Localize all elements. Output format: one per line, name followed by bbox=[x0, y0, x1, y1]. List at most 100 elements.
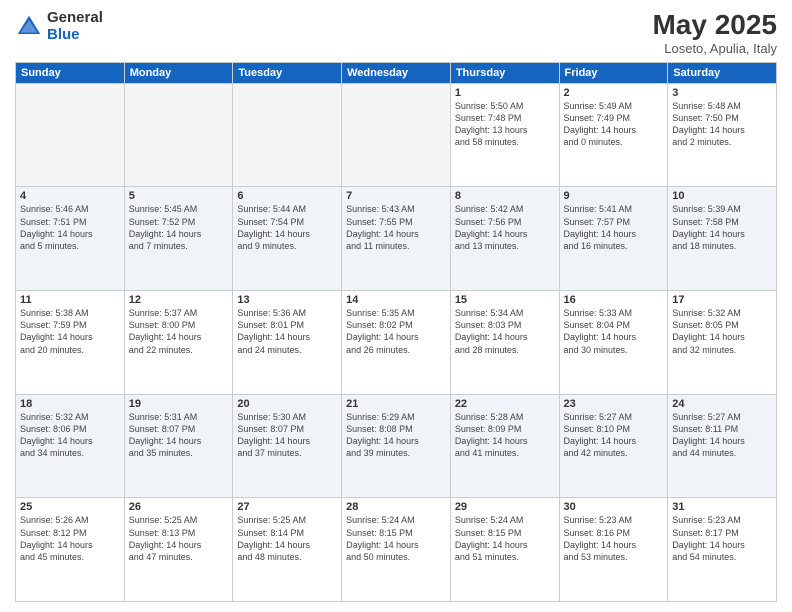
day-number: 17 bbox=[672, 294, 772, 306]
day-info: Sunrise: 5:46 AM Sunset: 7:51 PM Dayligh… bbox=[20, 203, 120, 252]
col-wednesday: Wednesday bbox=[342, 62, 451, 83]
day-number: 9 bbox=[564, 190, 664, 202]
calendar-cell: 19Sunrise: 5:31 AM Sunset: 8:07 PM Dayli… bbox=[124, 394, 233, 498]
day-number: 15 bbox=[455, 294, 555, 306]
calendar-cell: 23Sunrise: 5:27 AM Sunset: 8:10 PM Dayli… bbox=[559, 394, 668, 498]
calendar-cell: 27Sunrise: 5:25 AM Sunset: 8:14 PM Dayli… bbox=[233, 498, 342, 602]
col-thursday: Thursday bbox=[450, 62, 559, 83]
day-number: 16 bbox=[564, 294, 664, 306]
calendar-cell: 7Sunrise: 5:43 AM Sunset: 7:55 PM Daylig… bbox=[342, 187, 451, 291]
day-number: 24 bbox=[672, 398, 772, 410]
calendar: Sunday Monday Tuesday Wednesday Thursday… bbox=[15, 62, 777, 602]
day-info: Sunrise: 5:41 AM Sunset: 7:57 PM Dayligh… bbox=[564, 203, 664, 252]
calendar-cell: 4Sunrise: 5:46 AM Sunset: 7:51 PM Daylig… bbox=[16, 187, 125, 291]
day-number: 1 bbox=[455, 87, 555, 99]
day-number: 31 bbox=[672, 501, 772, 513]
calendar-cell: 5Sunrise: 5:45 AM Sunset: 7:52 PM Daylig… bbox=[124, 187, 233, 291]
day-info: Sunrise: 5:48 AM Sunset: 7:50 PM Dayligh… bbox=[672, 100, 772, 149]
day-info: Sunrise: 5:50 AM Sunset: 7:48 PM Dayligh… bbox=[455, 100, 555, 149]
day-info: Sunrise: 5:32 AM Sunset: 8:05 PM Dayligh… bbox=[672, 307, 772, 356]
day-number: 22 bbox=[455, 398, 555, 410]
calendar-cell: 18Sunrise: 5:32 AM Sunset: 8:06 PM Dayli… bbox=[16, 394, 125, 498]
calendar-cell: 22Sunrise: 5:28 AM Sunset: 8:09 PM Dayli… bbox=[450, 394, 559, 498]
logo-general: General bbox=[47, 9, 103, 26]
day-info: Sunrise: 5:32 AM Sunset: 8:06 PM Dayligh… bbox=[20, 411, 120, 460]
calendar-cell: 15Sunrise: 5:34 AM Sunset: 8:03 PM Dayli… bbox=[450, 291, 559, 395]
day-info: Sunrise: 5:23 AM Sunset: 8:16 PM Dayligh… bbox=[564, 514, 664, 563]
day-info: Sunrise: 5:27 AM Sunset: 8:10 PM Dayligh… bbox=[564, 411, 664, 460]
calendar-cell: 2Sunrise: 5:49 AM Sunset: 7:49 PM Daylig… bbox=[559, 83, 668, 187]
calendar-cell: 16Sunrise: 5:33 AM Sunset: 8:04 PM Dayli… bbox=[559, 291, 668, 395]
col-tuesday: Tuesday bbox=[233, 62, 342, 83]
day-info: Sunrise: 5:24 AM Sunset: 8:15 PM Dayligh… bbox=[455, 514, 555, 563]
day-number: 27 bbox=[237, 501, 337, 513]
day-number: 7 bbox=[346, 190, 446, 202]
page: General Blue May 2025 Loseto, Apulia, It… bbox=[0, 0, 792, 612]
day-number: 20 bbox=[237, 398, 337, 410]
calendar-cell: 6Sunrise: 5:44 AM Sunset: 7:54 PM Daylig… bbox=[233, 187, 342, 291]
day-info: Sunrise: 5:38 AM Sunset: 7:59 PM Dayligh… bbox=[20, 307, 120, 356]
logo: General Blue bbox=[15, 10, 103, 43]
day-number: 5 bbox=[129, 190, 229, 202]
calendar-cell: 8Sunrise: 5:42 AM Sunset: 7:56 PM Daylig… bbox=[450, 187, 559, 291]
day-info: Sunrise: 5:25 AM Sunset: 8:13 PM Dayligh… bbox=[129, 514, 229, 563]
day-info: Sunrise: 5:24 AM Sunset: 8:15 PM Dayligh… bbox=[346, 514, 446, 563]
day-info: Sunrise: 5:29 AM Sunset: 8:08 PM Dayligh… bbox=[346, 411, 446, 460]
day-number: 26 bbox=[129, 501, 229, 513]
col-sunday: Sunday bbox=[16, 62, 125, 83]
calendar-cell: 31Sunrise: 5:23 AM Sunset: 8:17 PM Dayli… bbox=[668, 498, 777, 602]
calendar-cell: 14Sunrise: 5:35 AM Sunset: 8:02 PM Dayli… bbox=[342, 291, 451, 395]
header-row: Sunday Monday Tuesday Wednesday Thursday… bbox=[16, 62, 777, 83]
calendar-cell bbox=[342, 83, 451, 187]
day-number: 12 bbox=[129, 294, 229, 306]
col-saturday: Saturday bbox=[668, 62, 777, 83]
logo-blue: Blue bbox=[47, 26, 80, 43]
day-info: Sunrise: 5:43 AM Sunset: 7:55 PM Dayligh… bbox=[346, 203, 446, 252]
day-info: Sunrise: 5:23 AM Sunset: 8:17 PM Dayligh… bbox=[672, 514, 772, 563]
calendar-cell: 3Sunrise: 5:48 AM Sunset: 7:50 PM Daylig… bbox=[668, 83, 777, 187]
day-number: 14 bbox=[346, 294, 446, 306]
calendar-cell: 24Sunrise: 5:27 AM Sunset: 8:11 PM Dayli… bbox=[668, 394, 777, 498]
calendar-cell: 10Sunrise: 5:39 AM Sunset: 7:58 PM Dayli… bbox=[668, 187, 777, 291]
calendar-cell: 25Sunrise: 5:26 AM Sunset: 8:12 PM Dayli… bbox=[16, 498, 125, 602]
day-number: 8 bbox=[455, 190, 555, 202]
calendar-cell: 30Sunrise: 5:23 AM Sunset: 8:16 PM Dayli… bbox=[559, 498, 668, 602]
day-number: 10 bbox=[672, 190, 772, 202]
calendar-cell bbox=[233, 83, 342, 187]
calendar-cell: 1Sunrise: 5:50 AM Sunset: 7:48 PM Daylig… bbox=[450, 83, 559, 187]
header: General Blue May 2025 Loseto, Apulia, It… bbox=[15, 10, 777, 56]
calendar-cell: 12Sunrise: 5:37 AM Sunset: 8:00 PM Dayli… bbox=[124, 291, 233, 395]
calendar-cell: 13Sunrise: 5:36 AM Sunset: 8:01 PM Dayli… bbox=[233, 291, 342, 395]
day-info: Sunrise: 5:31 AM Sunset: 8:07 PM Dayligh… bbox=[129, 411, 229, 460]
col-monday: Monday bbox=[124, 62, 233, 83]
day-info: Sunrise: 5:35 AM Sunset: 8:02 PM Dayligh… bbox=[346, 307, 446, 356]
calendar-cell: 26Sunrise: 5:25 AM Sunset: 8:13 PM Dayli… bbox=[124, 498, 233, 602]
day-info: Sunrise: 5:45 AM Sunset: 7:52 PM Dayligh… bbox=[129, 203, 229, 252]
calendar-cell bbox=[124, 83, 233, 187]
col-friday: Friday bbox=[559, 62, 668, 83]
calendar-cell: 28Sunrise: 5:24 AM Sunset: 8:15 PM Dayli… bbox=[342, 498, 451, 602]
day-number: 4 bbox=[20, 190, 120, 202]
day-number: 23 bbox=[564, 398, 664, 410]
day-info: Sunrise: 5:25 AM Sunset: 8:14 PM Dayligh… bbox=[237, 514, 337, 563]
day-info: Sunrise: 5:26 AM Sunset: 8:12 PM Dayligh… bbox=[20, 514, 120, 563]
month-title: May 2025 bbox=[652, 10, 777, 41]
day-info: Sunrise: 5:37 AM Sunset: 8:00 PM Dayligh… bbox=[129, 307, 229, 356]
logo-icon bbox=[15, 13, 43, 41]
day-number: 11 bbox=[20, 294, 120, 306]
day-info: Sunrise: 5:33 AM Sunset: 8:04 PM Dayligh… bbox=[564, 307, 664, 356]
calendar-cell bbox=[16, 83, 125, 187]
day-number: 18 bbox=[20, 398, 120, 410]
calendar-cell: 21Sunrise: 5:29 AM Sunset: 8:08 PM Dayli… bbox=[342, 394, 451, 498]
day-number: 2 bbox=[564, 87, 664, 99]
day-number: 6 bbox=[237, 190, 337, 202]
day-info: Sunrise: 5:34 AM Sunset: 8:03 PM Dayligh… bbox=[455, 307, 555, 356]
day-info: Sunrise: 5:28 AM Sunset: 8:09 PM Dayligh… bbox=[455, 411, 555, 460]
day-number: 30 bbox=[564, 501, 664, 513]
day-number: 13 bbox=[237, 294, 337, 306]
day-number: 25 bbox=[20, 501, 120, 513]
day-info: Sunrise: 5:42 AM Sunset: 7:56 PM Dayligh… bbox=[455, 203, 555, 252]
day-info: Sunrise: 5:27 AM Sunset: 8:11 PM Dayligh… bbox=[672, 411, 772, 460]
day-number: 3 bbox=[672, 87, 772, 99]
location-subtitle: Loseto, Apulia, Italy bbox=[652, 41, 777, 56]
